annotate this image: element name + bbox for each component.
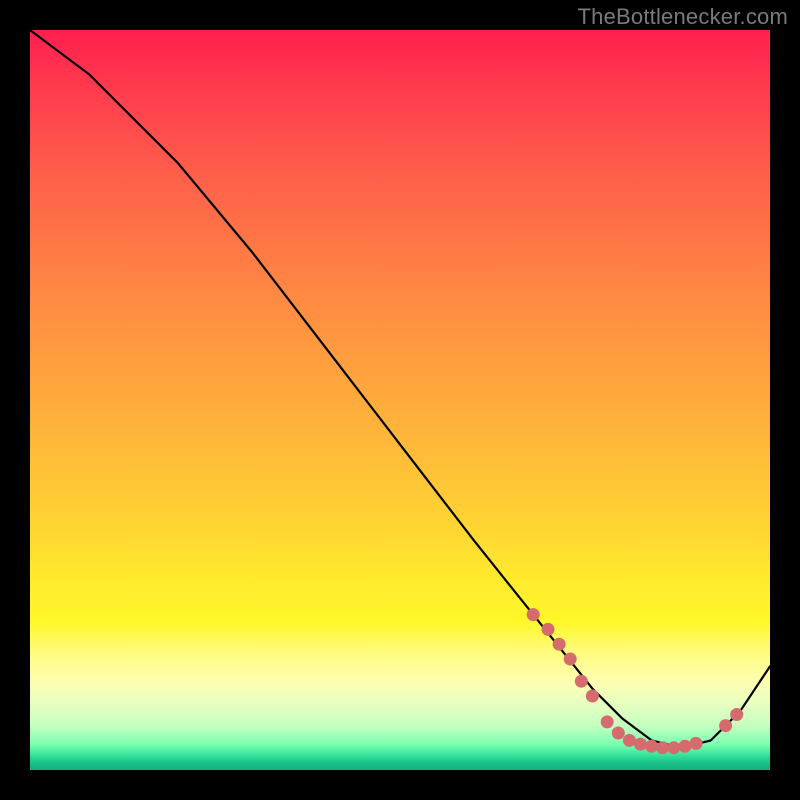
sample-point	[601, 715, 614, 728]
sample-point	[553, 638, 566, 651]
sample-point	[667, 741, 680, 754]
sample-point	[634, 738, 647, 751]
sample-point	[586, 690, 599, 703]
sample-point	[564, 653, 577, 666]
sample-point	[542, 623, 555, 636]
bottleneck-curve	[30, 30, 770, 748]
sample-point	[612, 727, 625, 740]
sample-point	[645, 740, 658, 753]
curve-layer	[30, 30, 770, 770]
chart-frame: TheBottlenecker.com	[0, 0, 800, 800]
sample-point	[730, 708, 743, 721]
sample-point	[656, 741, 669, 754]
sample-point	[719, 719, 732, 732]
sample-point	[527, 608, 540, 621]
plot-area	[30, 30, 770, 770]
sample-point	[690, 737, 703, 750]
sample-point	[623, 734, 636, 747]
sample-point	[678, 740, 691, 753]
sample-point	[575, 675, 588, 688]
marker-group	[527, 608, 744, 754]
attribution-label: TheBottlenecker.com	[578, 4, 788, 30]
